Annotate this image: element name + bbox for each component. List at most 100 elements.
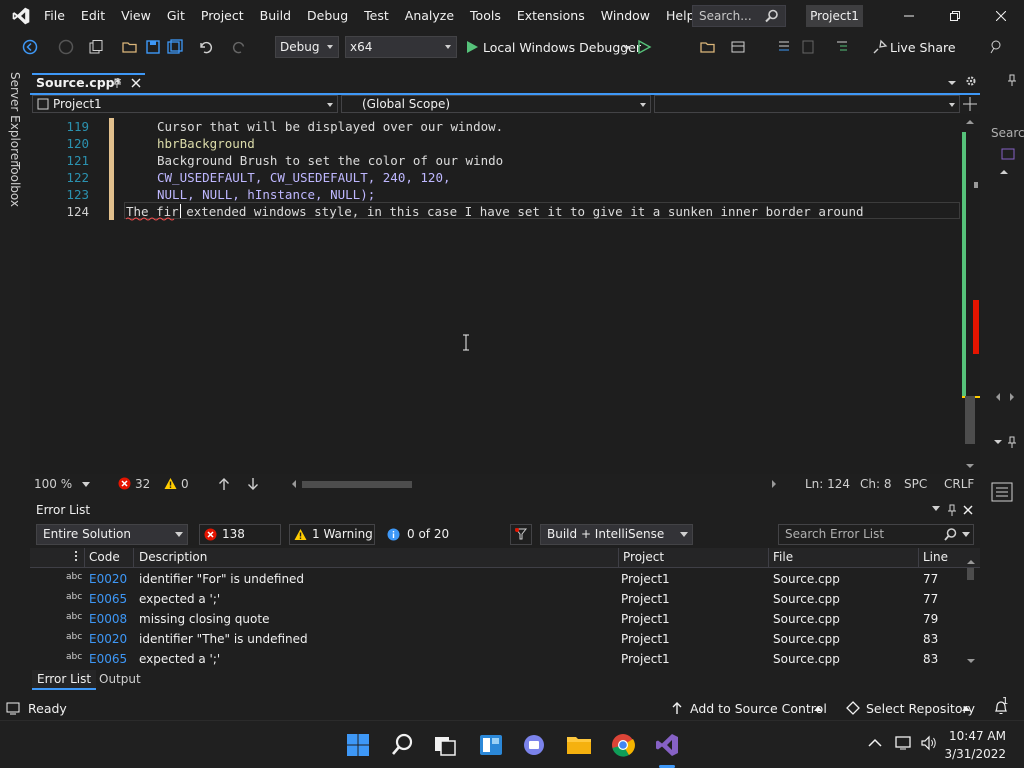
source-control-chevron-up-icon[interactable] [814, 706, 822, 712]
code-line[interactable]: Cursor that will be displayed over our w… [157, 119, 503, 134]
menu-test[interactable]: Test [356, 0, 397, 32]
search-error-list-input[interactable]: Search Error List [778, 524, 974, 545]
comment-lines-icon[interactable] [834, 39, 850, 55]
add-to-source-control-button[interactable]: Add to Source Control [690, 701, 827, 716]
search-input[interactable]: Search... [692, 5, 786, 27]
error-code[interactable]: E0008 [89, 612, 127, 626]
volume-icon[interactable] [920, 735, 938, 751]
window-position-chevron-down-icon[interactable] [932, 506, 940, 512]
cursor-line[interactable]: Ln: 124 [805, 477, 850, 491]
chrome-icon[interactable] [609, 731, 637, 759]
sort-column-icon[interactable] [74, 550, 82, 562]
code-line[interactable]: NULL, NULL, hInstance, NULL); [157, 187, 375, 202]
scroll-left-icon[interactable] [993, 392, 1003, 402]
file-explorer-icon[interactable] [565, 731, 593, 759]
filter-toggle-button[interactable] [510, 524, 532, 545]
feedback-icon[interactable] [988, 39, 1004, 55]
panel-chevron-down-icon[interactable] [993, 438, 1003, 446]
whitespace-mode[interactable]: SPC [904, 477, 927, 491]
cursor-char[interactable]: Ch: 8 [860, 477, 891, 491]
open-folder-icon[interactable] [122, 39, 138, 55]
repository-chevron-up-icon[interactable] [962, 706, 970, 712]
scope-navigation-dropdown[interactable]: (Global Scope) [341, 95, 651, 113]
browse-folder-icon[interactable] [700, 39, 716, 55]
redo-icon[interactable] [232, 39, 248, 55]
split-window-icon[interactable] [963, 97, 977, 111]
toolbox-tab[interactable]: Toolbox [8, 162, 22, 207]
error-code[interactable]: E0065 [89, 592, 127, 606]
scroll-right-icon[interactable] [1007, 392, 1017, 402]
error-code[interactable]: E0020 [89, 632, 127, 646]
warning-icon[interactable] [164, 477, 177, 490]
table-row[interactable]: abc E0020 identifier "The" is undefined … [30, 629, 980, 649]
warnings-filter-button[interactable]: 1 Warning [289, 524, 375, 545]
next-issue-arrow-down-icon[interactable] [247, 477, 259, 491]
scroll-down-icon[interactable] [966, 657, 976, 665]
minimize-button[interactable] [886, 0, 932, 32]
menu-analyze[interactable]: Analyze [397, 0, 462, 32]
menu-build[interactable]: Build [252, 0, 299, 32]
column-header-description[interactable]: Description [139, 550, 207, 564]
code-line[interactable]: hbrBackground [157, 136, 255, 151]
error-scope-dropdown[interactable]: Entire Solution [36, 524, 188, 545]
previous-issue-arrow-up-icon[interactable] [218, 477, 230, 491]
table-row[interactable]: abc E0020 identifier "For" is undefined … [30, 569, 980, 589]
error-list-scrollbar[interactable] [964, 556, 978, 668]
layout-icon[interactable] [730, 39, 746, 55]
auto-hide-pin-icon[interactable] [947, 504, 957, 516]
column-header-code[interactable]: Code [89, 550, 120, 564]
solution-configuration-dropdown[interactable]: Debug [275, 36, 339, 58]
server-explorer-tab[interactable]: Server Explorer [8, 72, 22, 165]
error-code[interactable]: E0065 [89, 652, 127, 666]
taskbar-search-icon[interactable] [389, 731, 417, 759]
restore-button[interactable] [932, 0, 978, 32]
error-code[interactable]: E0020 [89, 572, 127, 586]
menu-project[interactable]: Project [193, 0, 252, 32]
column-header-line[interactable]: Line [923, 550, 948, 564]
scroll-up-icon[interactable] [965, 118, 975, 126]
navigate-forward-icon[interactable] [58, 39, 74, 55]
network-icon[interactable] [894, 735, 912, 751]
hscroll-right-icon[interactable] [770, 479, 778, 489]
column-header-project[interactable]: Project [623, 550, 664, 564]
new-project-icon[interactable] [88, 39, 104, 55]
navigate-back-icon[interactable] [22, 39, 38, 55]
panel-pin-icon[interactable] [1007, 436, 1017, 448]
error-icon[interactable] [118, 477, 131, 490]
line-endings[interactable]: CRLF [944, 477, 974, 491]
step-into-icon[interactable] [776, 39, 792, 55]
widgets-icon[interactable] [477, 731, 505, 759]
solution-name-badge[interactable]: Project1 [806, 5, 863, 27]
table-row[interactable]: abc E0065 expected a ';' Project1 Source… [30, 589, 980, 609]
table-row[interactable]: abc E0008 missing closing quote Project1… [30, 609, 980, 629]
clock-date[interactable]: 3/31/2022 [944, 747, 1006, 761]
task-view-icon[interactable] [431, 731, 459, 759]
undo-icon[interactable] [197, 39, 213, 55]
pin-icon[interactable] [1007, 74, 1017, 86]
collapse-chevron-up-icon[interactable] [999, 168, 1009, 176]
menu-edit[interactable]: Edit [73, 0, 113, 32]
live-share-icon[interactable] [872, 39, 888, 55]
start-debugger-button[interactable]: Local Windows Debugger [483, 40, 641, 55]
close-window-button[interactable] [978, 0, 1024, 32]
bookmark-icon[interactable] [800, 39, 816, 55]
show-hidden-icons-chevron-up-icon[interactable] [868, 738, 882, 748]
scroll-thumb[interactable] [965, 396, 975, 444]
tab-error-list[interactable]: Error List [32, 670, 97, 690]
start-without-debugging-icon[interactable] [636, 39, 652, 55]
error-source-dropdown[interactable]: Build + IntelliSense [540, 524, 693, 545]
warning-count[interactable]: 0 [181, 477, 189, 491]
scroll-up-icon[interactable] [966, 558, 976, 566]
start-debugging-icon[interactable] [464, 39, 480, 55]
select-repository-button[interactable]: Select Repository [866, 701, 975, 716]
menu-window[interactable]: Window [593, 0, 658, 32]
code-line[interactable]: Background Brush to set the color of our… [157, 153, 503, 168]
close-error-list-icon[interactable] [963, 505, 973, 515]
menu-debug[interactable]: Debug [299, 0, 356, 32]
error-list-scroll-thumb[interactable] [967, 568, 974, 580]
errors-filter-button[interactable]: 138 Errors [199, 524, 281, 560]
properties-icon[interactable] [991, 482, 1013, 502]
editor-vertical-scrollbar[interactable] [960, 114, 980, 474]
project-navigation-dropdown[interactable]: Project1 [32, 95, 338, 113]
save-icon[interactable] [145, 39, 161, 55]
